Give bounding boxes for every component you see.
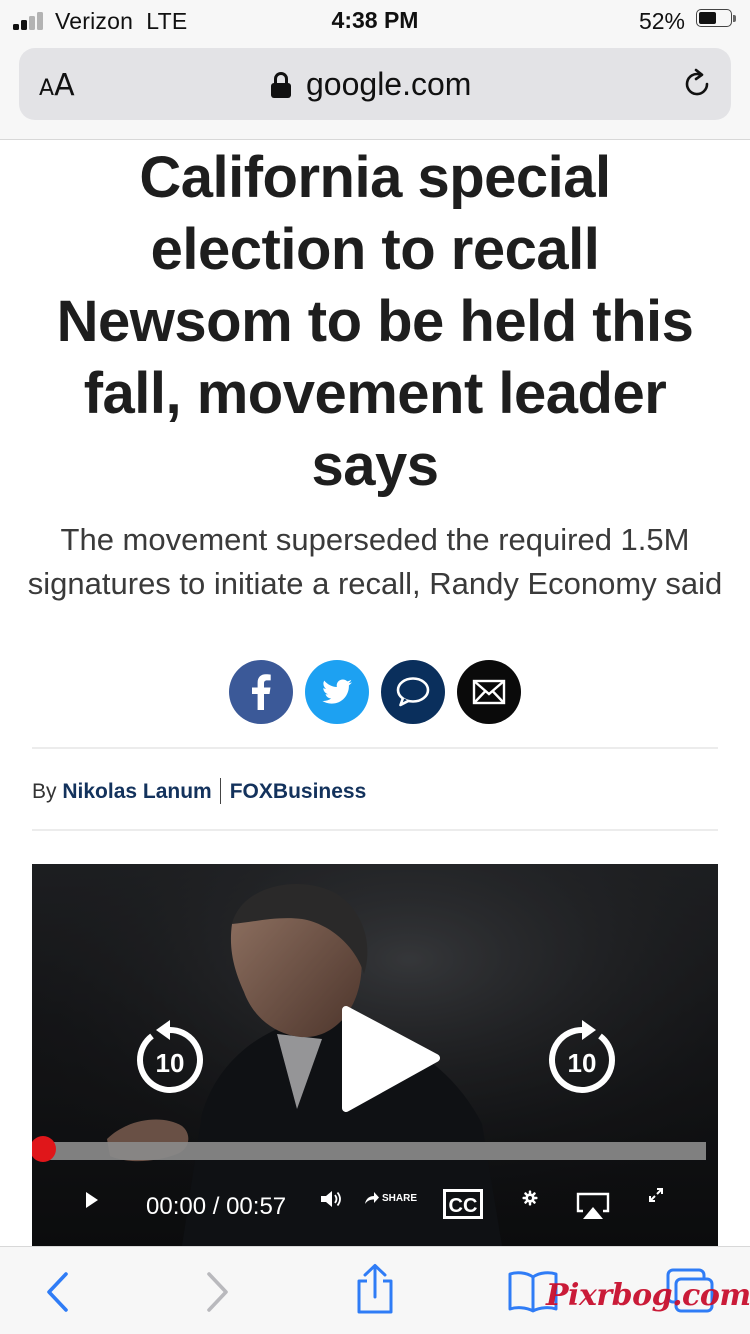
settings-gear-icon[interactable] [522,1190,538,1206]
forward-icon[interactable] [205,1271,231,1313]
video-controls: 10 10 00:00 / 00:57 SHARE CC [32,864,718,1246]
video-player[interactable]: 10 10 00:00 / 00:57 SHARE CC [32,864,718,1246]
twitter-icon [322,679,352,704]
url-domain[interactable]: google.com [306,66,471,103]
video-share-label[interactable]: SHARE [382,1193,417,1204]
address-bar[interactable]: AA google.com [19,48,731,120]
author-link[interactable]: Nikolas Lanum [62,780,211,803]
watermark-text: Pixrbog.com [546,1278,750,1313]
facebook-icon [252,674,271,710]
small-play-icon[interactable] [85,1191,99,1209]
facebook-share-button[interactable] [229,660,293,724]
video-share-icon[interactable] [364,1191,380,1205]
text-size-small-glyph: A [39,76,55,101]
status-bar: Verizon LTE 4:38 PM 52% [0,0,750,40]
share-icon[interactable] [354,1263,396,1315]
fullscreen-icon[interactable] [649,1188,663,1202]
article-byline: By Nikolas Lanum FOXBusiness [32,778,366,804]
current-time: 00:00 [146,1193,207,1220]
reload-icon[interactable] [681,68,713,100]
battery-percentage: 52% [638,8,685,34]
comment-share-button[interactable] [381,660,445,724]
back-icon[interactable] [44,1271,70,1313]
article-subheadline: The movement superseded the required 1.5… [27,522,723,601]
video-time-display: 00:00 / 00:57 [146,1193,286,1221]
byline-prefix: By [32,780,57,803]
article-headline: California special election to recall Ne… [56,145,694,498]
byline-separator [219,778,221,804]
text-size-button[interactable]: AA [39,68,75,103]
airplay-icon[interactable] [576,1192,610,1220]
twitter-share-button[interactable] [305,660,369,724]
forward-seconds-label: 10 [568,1048,597,1078]
text-size-large-glyph: A [54,68,75,103]
play-icon[interactable] [338,1004,442,1114]
outlet-link[interactable]: FOXBusiness [230,780,367,803]
duration: 00:57 [226,1193,287,1220]
forward-10-icon[interactable]: 10 [544,1016,620,1096]
cc-label: CC [449,1195,478,1217]
rewind-seconds-label: 10 [156,1048,185,1078]
status-time: 4:38 PM [331,7,419,33]
lock-icon [271,72,291,98]
rewind-10-icon[interactable]: 10 [132,1016,208,1096]
social-share-row [0,660,750,724]
battery-icon [696,9,736,29]
byline-top-divider [32,747,718,749]
email-icon [472,679,506,705]
byline-bottom-divider [32,829,718,831]
closed-captions-icon[interactable]: CC [443,1189,483,1219]
comment-icon [396,677,430,707]
video-progress-bar[interactable] [42,1142,706,1160]
email-share-button[interactable] [457,660,521,724]
volume-icon[interactable] [320,1189,342,1209]
browser-navigation: AA google.com [0,40,750,140]
time-separator: / [212,1193,220,1220]
